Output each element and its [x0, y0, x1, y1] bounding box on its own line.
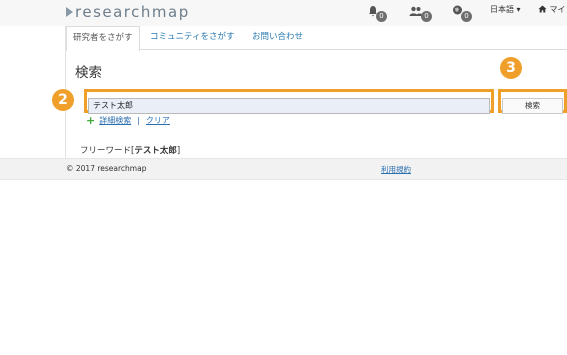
page-title: 検索: [75, 65, 102, 81]
top-header: researchmap 0 0 0 日本語 ▾ マイ: [0, 0, 567, 26]
freeword-prefix: フリーワード[: [80, 146, 135, 156]
step-marker-2: 2: [52, 89, 74, 111]
step-marker-3: 3: [500, 57, 522, 79]
freeword-term: テスト太郎: [134, 146, 177, 156]
plus-icon: +: [86, 114, 96, 127]
clear-link[interactable]: クリア: [146, 115, 170, 127]
home-icon: [538, 5, 550, 14]
search-input[interactable]: [88, 97, 490, 114]
search-options: + 詳細検索 | クリア: [86, 115, 170, 127]
main-tabs: 研究者をさがす コミュニティをさがす お問い合わせ: [66, 26, 567, 51]
link-separator: |: [137, 116, 140, 125]
notification-bell[interactable]: 0: [368, 5, 387, 22]
search-input-highlight: [84, 89, 494, 114]
mypage-link[interactable]: マイ: [538, 4, 566, 16]
globe-count-badge: 0: [461, 11, 472, 22]
language-dropdown[interactable]: 日本語 ▾: [490, 4, 521, 16]
tab-contact[interactable]: お問い合わせ: [246, 26, 309, 50]
advanced-search-link[interactable]: 詳細検索: [99, 115, 131, 127]
search-button-highlight: 検索: [498, 89, 567, 114]
notification-count-badge: 0: [376, 11, 387, 22]
copyright-text: © 2017 researchmap: [66, 164, 147, 173]
notification-users[interactable]: 0: [409, 5, 432, 22]
notification-globe[interactable]: 0: [452, 5, 472, 22]
mypage-label: マイ: [549, 5, 566, 14]
users-count-badge: 0: [421, 11, 432, 22]
freeword-suffix: ]: [176, 146, 181, 156]
search-button[interactable]: 検索: [502, 97, 563, 114]
tab-search-researchers[interactable]: 研究者をさがす: [66, 26, 140, 51]
tab-search-communities[interactable]: コミュニティをさがす: [144, 26, 241, 50]
freeword-summary: フリーワード[テスト太郎]: [80, 144, 180, 156]
terms-link[interactable]: 利用規約: [381, 164, 411, 175]
logo-play-icon: [66, 7, 73, 17]
logo-text: researchmap: [75, 3, 190, 21]
footer: © 2017 researchmap 利用規約: [0, 158, 567, 180]
researchmap-logo[interactable]: researchmap: [66, 3, 190, 21]
